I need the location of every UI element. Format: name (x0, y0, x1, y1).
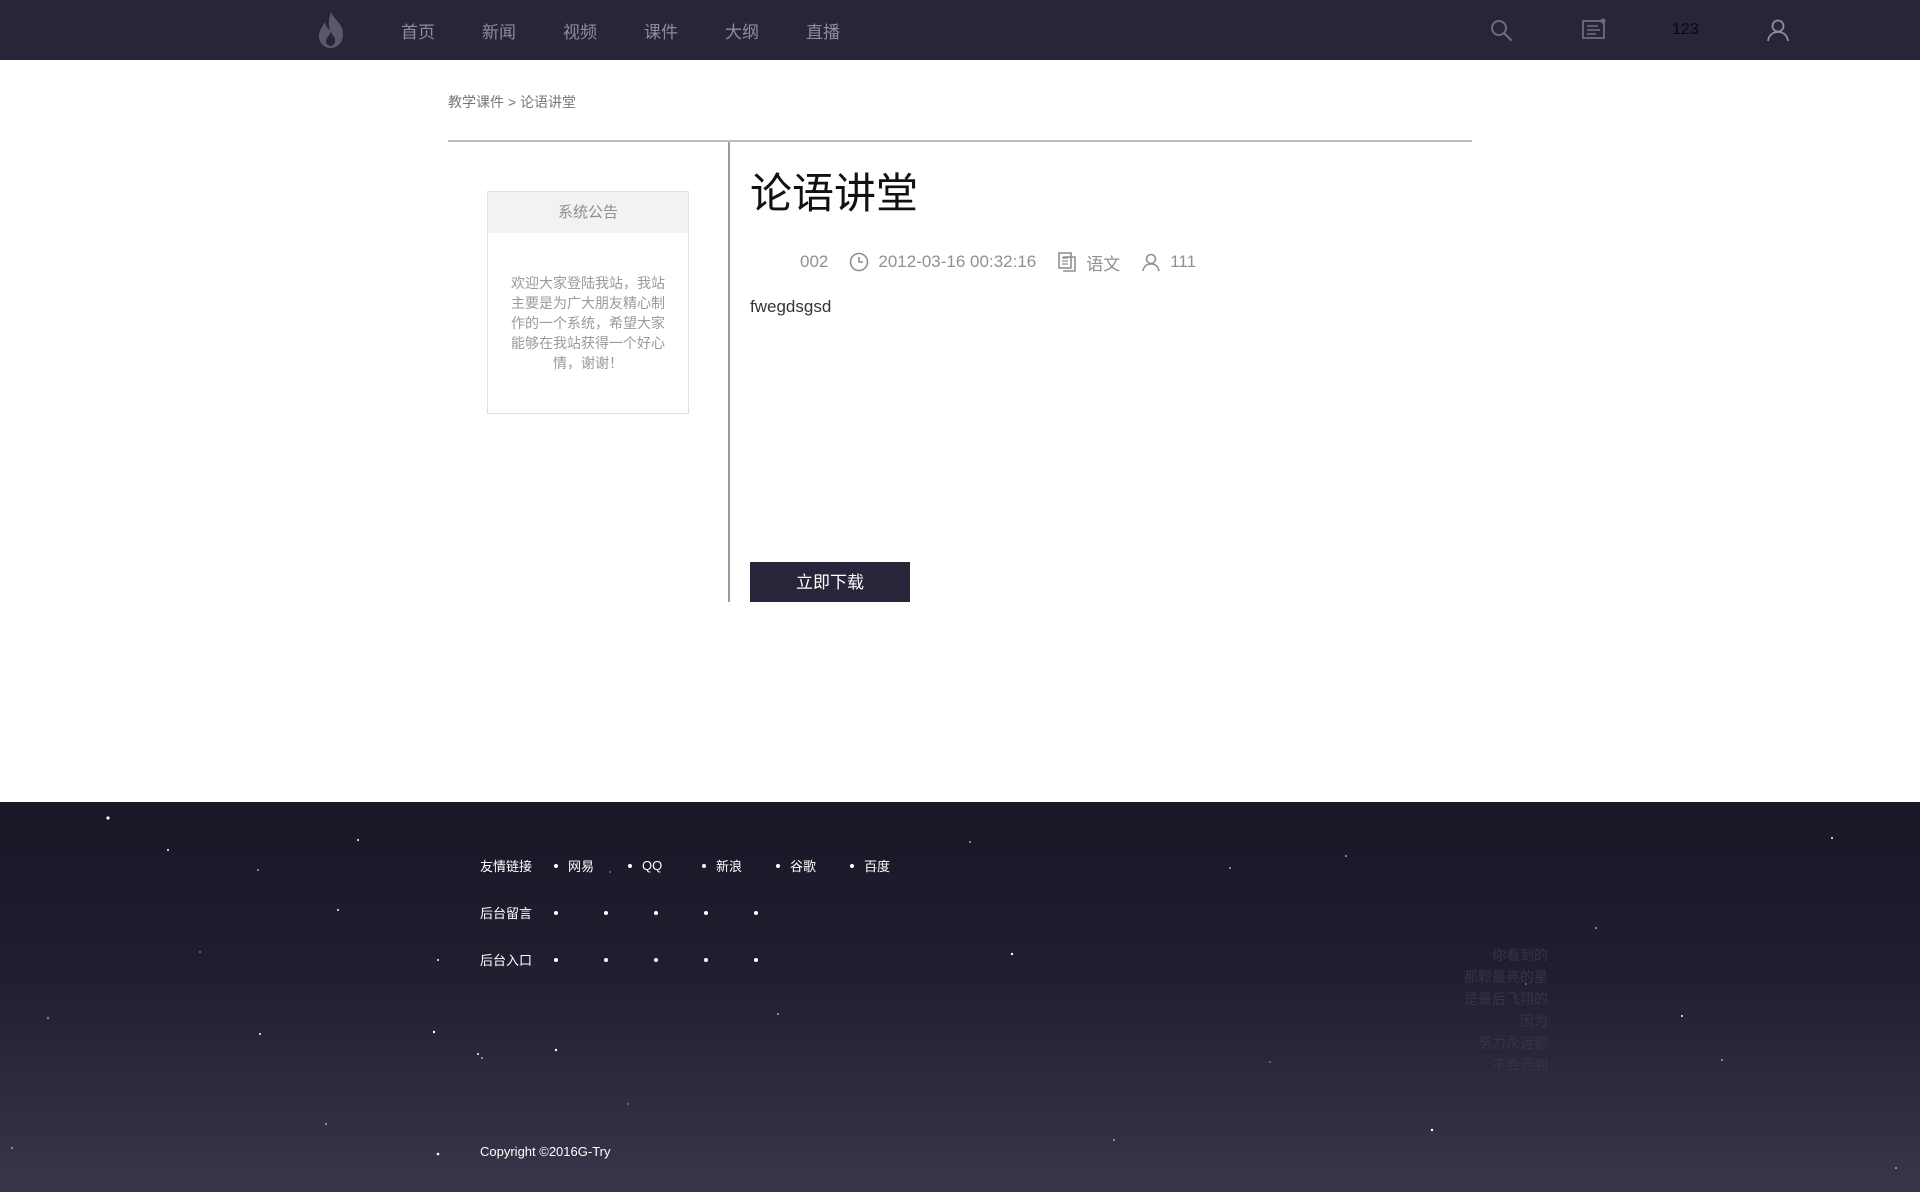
footer-dot-link[interactable] (554, 957, 604, 962)
footer-dot-link[interactable] (754, 910, 804, 915)
poem-line: 是最后飞翔的 (1464, 991, 1548, 1007)
footer-link[interactable]: 谷歌 (776, 856, 850, 875)
poem-line: 你看到的 (1492, 947, 1548, 963)
footer-dot-link[interactable] (654, 910, 704, 915)
nav-item-syllabus[interactable]: 大纲 (722, 18, 762, 43)
page-title: 论语讲堂 (750, 170, 919, 217)
article-datetime: 2012-03-16 00:32:16 (878, 252, 1037, 271)
backend-entry-row: 后台入口 (480, 950, 804, 969)
footer-dot-link[interactable] (604, 910, 654, 915)
article-meta: 002 2012-03-16 00:32:16 语文 111 (750, 248, 1196, 276)
breadcrumb[interactable]: 教学课件 > 论语讲堂 (448, 92, 576, 112)
footer: 友情链接 网易 QQ 新浪 谷歌 百度 后台留言 后台入口 你看到的 那颗最亮的… (0, 802, 1920, 1192)
friend-links-row: 友情链接 网易 QQ 新浪 谷歌 百度 (480, 856, 924, 875)
main-nav: 首页 新闻 视频 课件 大纲 直播 (378, 0, 884, 60)
column-divider (728, 142, 730, 602)
friend-links-label: 友情链接 (480, 859, 533, 874)
article-views: 111 (1170, 252, 1197, 271)
notice-body: 欢迎大家登陆我站，我站主要是为广大朋友精心制作的一个系统，希望大家能够在我站获得… (511, 275, 665, 371)
user-icon (1140, 251, 1162, 273)
flame-logo-icon[interactable] (314, 10, 348, 50)
footer-dot-link[interactable] (554, 910, 604, 915)
article-subject: 语文 (1086, 254, 1121, 274)
footer-dot-link[interactable] (604, 957, 654, 962)
nav-item-courseware[interactable]: 课件 (641, 18, 681, 43)
footer-link[interactable]: 百度 (850, 856, 924, 875)
poem-line: 那颗最亮的星 (1464, 969, 1548, 985)
footer-dot-link[interactable] (654, 957, 704, 962)
nav-item-news[interactable]: 新闻 (479, 18, 519, 43)
system-notice-panel: 系统公告 欢迎大家登陆我站，我站主要是为广大朋友精心制作的一个系统，希望大家能够… (487, 191, 689, 414)
clock-icon (848, 251, 870, 273)
backend-message-row: 后台留言 (480, 903, 804, 922)
message-list-icon[interactable] (1581, 17, 1607, 43)
poem-line: 不会迟到 (1492, 1057, 1548, 1073)
article-code: 002 (800, 252, 829, 271)
article-content: fwegdsgsd (750, 297, 832, 316)
nav-item-home[interactable]: 首页 (398, 18, 438, 43)
user-number[interactable]: 123 (1672, 0, 1699, 60)
copyright: Copyright ©2016G-Try (480, 1144, 611, 1159)
footer-dot-link[interactable] (754, 957, 804, 962)
backend-entry-label[interactable]: 后台入口 (480, 950, 554, 969)
poem-line: 努力永远都 (1478, 1035, 1548, 1051)
footer-dot-link[interactable] (704, 957, 754, 962)
footer-poem: 你看到的 那颗最亮的星 是最后飞翔的 因为 努力永远都 不会迟到 (1380, 944, 1548, 1076)
user-icon[interactable] (1765, 17, 1791, 43)
notice-title: 系统公告 (488, 192, 688, 233)
footer-link[interactable]: QQ (628, 858, 702, 873)
footer-dot-link[interactable] (704, 910, 754, 915)
content-divider (448, 140, 1472, 142)
nav-item-video[interactable]: 视频 (560, 18, 600, 43)
footer-link[interactable]: 网易 (554, 856, 628, 875)
footer-link[interactable]: 新浪 (702, 856, 776, 875)
download-button[interactable]: 立即下载 (750, 562, 910, 602)
top-navigation-bar: 首页 新闻 视频 课件 大纲 直播 123 (0, 0, 1920, 60)
starfield-background (11, 816, 1897, 1169)
poem-line: 因为 (1520, 1013, 1548, 1029)
backend-message-label[interactable]: 后台留言 (480, 903, 554, 922)
document-icon (1056, 251, 1078, 273)
search-icon[interactable] (1488, 17, 1514, 43)
nav-item-live[interactable]: 直播 (803, 18, 843, 43)
